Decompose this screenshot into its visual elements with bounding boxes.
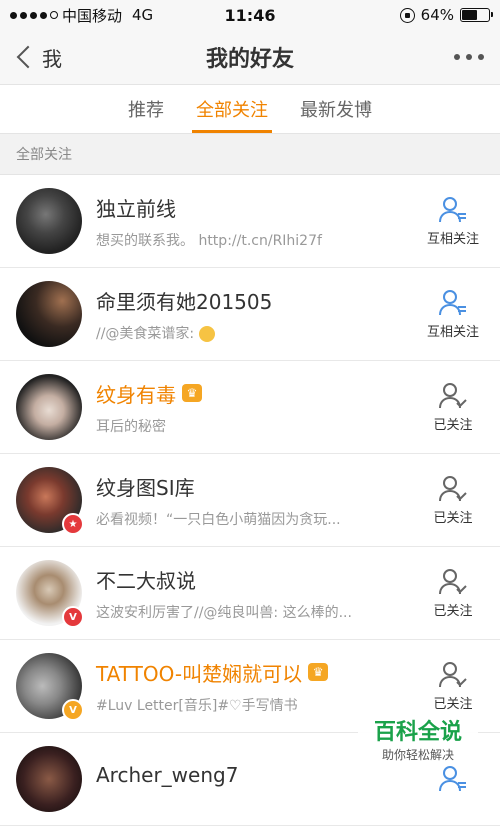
friend-description: 必看视频！“一只白色小萌猫因为贪玩... — [96, 511, 341, 528]
smile-emoji-icon — [198, 325, 215, 342]
mutual-follow-icon — [438, 289, 468, 317]
following-button[interactable]: 已关注 — [414, 661, 492, 712]
followed-check-icon — [438, 568, 468, 596]
rotation-lock-icon — [399, 7, 415, 23]
back-label: 我 — [42, 46, 62, 71]
follow-status-label: 已关注 — [433, 603, 473, 619]
chevron-left-icon — [16, 45, 40, 69]
status-left: 中国移动 4G — [10, 5, 153, 26]
friend-row[interactable]: 纹身有毒 ♛ 耳后的秘密 已关注 — [0, 361, 500, 454]
tab-latest-posts[interactable]: 最新发博 — [296, 85, 376, 133]
friend-name: 独立前线 — [96, 196, 176, 221]
follow-status-label: 已关注 — [433, 417, 473, 433]
status-time: 11:46 — [224, 5, 276, 25]
page-title: 我的好友 — [205, 47, 295, 72]
avatar[interactable]: V — [16, 560, 84, 628]
friend-name: 纹身有毒 ♛ — [96, 379, 414, 408]
avatar[interactable] — [16, 746, 82, 812]
status-right: 64% — [399, 6, 493, 24]
network-label: 4G — [132, 6, 154, 24]
following-button[interactable]: 已关注 — [414, 568, 492, 619]
follow-status-label: 已关注 — [433, 696, 473, 712]
friend-name-text: 纹身有毒 — [96, 382, 176, 407]
avatar[interactable] — [16, 374, 82, 440]
tab-recommend[interactable]: 推荐 — [124, 85, 168, 133]
avatar[interactable]: V — [16, 653, 84, 721]
section-header: 全部关注 — [0, 134, 500, 175]
friend-name: 不二大叔说 — [96, 568, 196, 593]
back-button[interactable]: 我 — [14, 43, 62, 72]
battery-icon — [460, 8, 493, 22]
tab-all-following[interactable]: 全部关注 — [192, 85, 272, 133]
verified-badge-icon: ★ — [62, 513, 84, 535]
friend-name: 命里须有她201505 — [96, 289, 273, 314]
carrier-label: 中国移动 — [62, 6, 123, 25]
navigation-bar: 我 我的好友 — [0, 30, 500, 85]
mutual-follow-button[interactable]: 互相关注 — [414, 289, 492, 340]
friend-name: Archer_weng7 — [96, 763, 239, 787]
status-bar: 中国移动 4G 11:46 64% — [0, 0, 500, 30]
tab-bar: 推荐 全部关注 最新发博 — [0, 85, 500, 134]
friend-row[interactable]: ★ 纹身图SI库 必看视频！“一只白色小萌猫因为贪玩... 已关注 — [0, 454, 500, 547]
vip-crown-icon: ♛ — [182, 384, 202, 402]
friend-description: 这波安利厉害了//@纯良叫兽: 这么棒的... — [96, 604, 352, 621]
followed-check-icon — [438, 475, 468, 503]
more-options-button[interactable] — [454, 54, 484, 60]
avatar[interactable] — [16, 281, 82, 347]
signal-icon — [10, 11, 58, 19]
friend-row[interactable]: 命里须有她201505 //@美食菜谱家: 互相关注 — [0, 268, 500, 361]
mutual-follow-icon — [438, 196, 468, 224]
avatar[interactable] — [16, 188, 82, 254]
more-dot-icon — [454, 54, 460, 60]
avatar[interactable]: ★ — [16, 467, 84, 535]
watermark-title: 百科全说 — [373, 720, 462, 745]
verified-v-badge-icon: V — [62, 606, 84, 628]
followed-check-icon — [438, 661, 468, 689]
watermark-subtitle: 助你轻松解决 — [381, 748, 454, 762]
friend-name-text: TATTOO-叫楚娴就可以 — [96, 661, 303, 686]
friend-row[interactable]: 独立前线 想买的联系我。 http://t.cn/RIhi27f 互相关注 — [0, 175, 500, 268]
followed-check-icon — [438, 382, 468, 410]
friend-name: TATTOO-叫楚娴就可以 ♛ — [96, 658, 414, 687]
follow-status-label: 已关注 — [433, 510, 473, 526]
follow-status-label: 互相关注 — [426, 231, 479, 247]
mutual-follow-button[interactable]: 互相关注 — [414, 196, 492, 247]
battery-percent: 64% — [420, 6, 454, 24]
friend-description: 耳后的秘密 — [96, 418, 166, 435]
friend-row[interactable]: V 不二大叔说 这波安利厉害了//@纯良叫兽: 这么棒的... 已关注 — [0, 547, 500, 640]
friend-description-text: //@美食菜谱家: — [96, 325, 195, 342]
friend-name: 纹身图SI库 — [96, 475, 195, 500]
verified-v-badge-icon: V — [62, 699, 84, 721]
friend-description: 想买的联系我。 http://t.cn/RIhi27f — [96, 232, 322, 249]
watermark: 百科全说 助你轻松解决 — [358, 714, 478, 766]
friend-description: //@美食菜谱家: — [96, 323, 386, 343]
vip-crown-icon: ♛ — [308, 663, 329, 681]
friend-description: #Luv Letter[音乐]#♡手写情书 — [96, 697, 298, 714]
following-button[interactable]: 已关注 — [414, 382, 492, 433]
mutual-follow-button[interactable] — [414, 765, 492, 793]
mutual-follow-icon — [438, 765, 468, 793]
follow-status-label: 互相关注 — [426, 324, 479, 340]
following-button[interactable]: 已关注 — [414, 475, 492, 526]
